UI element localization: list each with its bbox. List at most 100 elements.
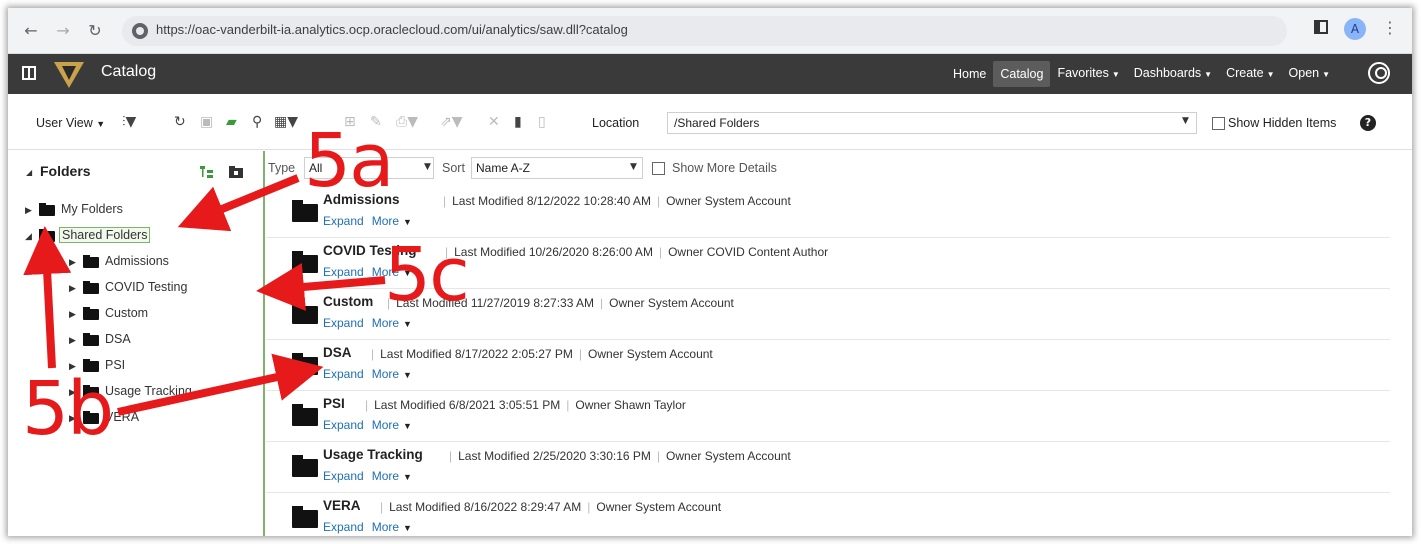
browser-menu-icon[interactable]: ⋮ [1382, 18, 1398, 37]
folder-row[interactable]: Usage Tracking | Last Modified 2/25/2020 3… [266, 442, 1390, 493]
folder-meta: | Last Modified 2/25/2020 3:30:16 PM | Owne… [449, 449, 791, 463]
catalog-toolbar: User View ▼ ⫶▼ ↻ ▣ ▰ ⚲ ▦▼ ⊞ ✎ ⎙▼ ⇗▼ ✕ ▮ … [8, 94, 1412, 150]
location-label: Location [592, 116, 640, 130]
last-modified: Last Modified 8/17/2022 2:05:27 PM [380, 347, 573, 361]
vanderbilt-logo-icon [54, 62, 84, 88]
folder-icon [292, 506, 318, 528]
folder-name[interactable]: DSA [323, 345, 352, 360]
back-icon[interactable]: ← [22, 22, 40, 40]
nav-dashboards[interactable]: Dashboards ▼ [1127, 60, 1219, 88]
collapse-panel-icon[interactable]: ◢ [26, 168, 32, 177]
user-view-dropdown[interactable]: User View ▼ [36, 116, 105, 130]
reload-icon[interactable]: ↻ [86, 22, 104, 40]
view-options-icon[interactable]: ⫶▼ [122, 114, 136, 130]
more-link[interactable]: More [372, 214, 399, 228]
tree-view-icon[interactable] [199, 165, 215, 179]
type-dropdown-icon[interactable]: ▼ [424, 162, 431, 172]
sort-dropdown-icon[interactable]: ▼ [630, 162, 637, 172]
folder-icon [292, 455, 318, 477]
folder-name[interactable]: Custom [323, 294, 373, 309]
nav-catalog[interactable]: Catalog [993, 61, 1051, 87]
sort-label: Sort [442, 161, 465, 175]
upload-icon[interactable]: ▣ [200, 114, 213, 130]
folder-row[interactable]: Admissions | Last Modified 8/12/2022 10:28… [266, 187, 1390, 238]
folder-options-icon[interactable] [228, 165, 244, 179]
expand-link[interactable]: Expand [323, 214, 364, 228]
share-icon[interactable]: ⇗▼ [440, 114, 463, 130]
expand-icon[interactable]: ▶ [69, 257, 76, 268]
folder-meta: | Last Modified 8/12/2022 10:28:40 AM | Own… [443, 194, 791, 208]
caret-down-icon: ▼ [403, 472, 412, 482]
folder-icon [292, 353, 318, 375]
forward-icon[interactable]: → [54, 22, 72, 40]
user-profile-icon[interactable] [1368, 62, 1390, 84]
delete-icon[interactable]: ✕ [488, 114, 500, 130]
expand-icon[interactable]: ▶ [25, 205, 32, 216]
folder-icon [83, 307, 99, 320]
folder-meta: | Last Modified 6/8/2021 3:05:51 PM | Owner… [365, 398, 686, 412]
tree-label: Custom [105, 306, 149, 320]
expand-icon[interactable]: ▶ [69, 283, 76, 294]
owner: Owner System Account [609, 296, 734, 310]
collapse-icon[interactable]: ◢ [25, 231, 32, 242]
owner: Owner System Account [666, 194, 791, 208]
expand-link[interactable]: Expand [323, 265, 364, 279]
caret-down-icon: ▼ [403, 523, 412, 533]
folder-name[interactable]: Usage Tracking [323, 447, 423, 462]
expand-link[interactable]: Expand [323, 469, 364, 483]
expand-icon[interactable]: ▶ [69, 309, 76, 320]
nav-open[interactable]: Open ▼ [1282, 60, 1338, 88]
folder-row[interactable]: VERA | Last Modified 8/16/2022 8:29:47 AM |… [266, 493, 1390, 536]
tree-label: DSA [105, 332, 131, 346]
refresh-icon[interactable]: ↻ [174, 114, 186, 130]
side-panel-icon[interactable] [1314, 20, 1328, 34]
calendar-menu-icon[interactable]: ▦▼ [274, 114, 298, 130]
address-bar[interactable]: https://oac-vanderbilt-ia.analytics.ocp.… [122, 16, 1287, 46]
new-folder-icon[interactable]: ▰ [226, 114, 237, 130]
more-link[interactable]: More [372, 520, 399, 534]
show-more-details-checkbox[interactable] [652, 162, 665, 175]
copy-icon[interactable]: ▮ [514, 114, 522, 130]
location-input[interactable]: /Shared Folders [667, 112, 1197, 134]
user-view-label: User View [36, 116, 93, 130]
last-modified: Last Modified 8/12/2022 10:28:40 AM [452, 194, 651, 208]
help-icon[interactable]: ? [1360, 115, 1376, 131]
expand-icon[interactable]: ▶ [69, 335, 76, 346]
url-text: https://oac-vanderbilt-ia.analytics.ocp.… [156, 22, 628, 37]
more-link[interactable]: More [372, 367, 399, 381]
expand-link[interactable]: Expand [323, 520, 364, 534]
nav-home[interactable]: Home [946, 61, 993, 87]
top-navigation: Home Catalog Favorites ▼ Dashboards ▼ Create ▼ O… [946, 54, 1337, 94]
more-link[interactable]: More [372, 316, 399, 330]
nav-create[interactable]: Create ▼ [1219, 60, 1281, 88]
folder-name[interactable]: VERA [323, 498, 361, 513]
paste-icon[interactable]: ▯ [538, 114, 546, 130]
tree-label: Admissions [105, 254, 169, 268]
owner: Owner COVID Content Author [668, 245, 829, 259]
owner: Owner Shawn Taylor [575, 398, 686, 412]
more-link[interactable]: More [372, 418, 399, 432]
site-info-icon[interactable] [132, 23, 148, 39]
sort-select[interactable]: Name A-Z [471, 157, 643, 179]
expand-link[interactable]: Expand [323, 367, 364, 381]
last-modified: Last Modified 8/16/2022 8:29:47 AM [389, 500, 582, 514]
browser-profile-avatar[interactable]: A [1344, 18, 1366, 40]
nav-label: Create [1226, 66, 1264, 80]
book-icon[interactable] [22, 66, 36, 80]
nav-favorites[interactable]: Favorites ▼ [1050, 60, 1126, 88]
folder-name[interactable]: PSI [323, 396, 345, 411]
location-dropdown-icon[interactable]: ▼ [1182, 116, 1189, 126]
expand-link[interactable]: Expand [323, 418, 364, 432]
more-link[interactable]: More [372, 469, 399, 483]
last-modified: Last Modified 6/8/2021 3:05:51 PM [374, 398, 561, 412]
panel-splitter[interactable] [263, 151, 265, 536]
expand-link[interactable]: Expand [323, 316, 364, 330]
folder-row[interactable]: PSI | Last Modified 6/8/2021 3:05:51 PM | Ow… [266, 391, 1390, 442]
show-hidden-checkbox[interactable] [1212, 117, 1225, 130]
nav-label: Open [1288, 66, 1320, 80]
folder-row[interactable]: DSA | Last Modified 8/17/2022 2:05:27 PM | O… [266, 340, 1390, 391]
app-header: Catalog Home Catalog Favorites ▼ Dashboards ▼… [8, 54, 1412, 94]
row-actions: Expand More ▼ [323, 367, 420, 381]
print-icon[interactable]: ⎙▼ [396, 114, 418, 130]
search-icon[interactable]: ⚲ [252, 114, 262, 130]
